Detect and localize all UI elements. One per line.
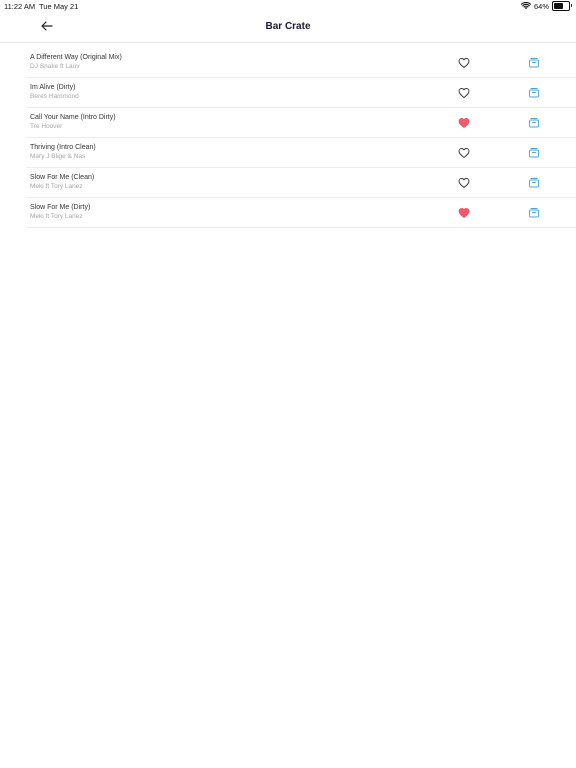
track-title: Slow For Me (Clean) bbox=[30, 174, 95, 181]
heart-icon bbox=[458, 148, 470, 158]
add-to-crate-button[interactable] bbox=[528, 176, 540, 188]
battery-icon bbox=[552, 1, 572, 11]
like-button[interactable] bbox=[458, 86, 470, 98]
nav-bar: Bar Crate bbox=[0, 12, 576, 43]
track-row[interactable]: A Different Way (Original Mix) DJ Snake … bbox=[26, 48, 576, 78]
track-title: Slow For Me (Dirty) bbox=[30, 204, 91, 211]
crate-icon bbox=[529, 118, 539, 128]
track-list: A Different Way (Original Mix) DJ Snake … bbox=[0, 48, 576, 228]
track-row[interactable]: Slow For Me (Clean) Meki ft Tory Lanez bbox=[26, 168, 576, 198]
crate-icon bbox=[529, 208, 539, 218]
add-to-crate-button[interactable] bbox=[528, 206, 540, 218]
status-bar: 11:22 AM Tue May 21 64% bbox=[0, 0, 576, 12]
status-date: Tue May 21 bbox=[39, 2, 79, 11]
status-time: 11:22 AM bbox=[4, 2, 36, 11]
heart-icon bbox=[458, 58, 470, 68]
status-indicators: 64% bbox=[520, 1, 572, 11]
track-title: Im Alive (Dirty) bbox=[30, 84, 76, 91]
like-button[interactable] bbox=[458, 116, 470, 128]
like-button[interactable] bbox=[458, 56, 470, 68]
track-title: Call Your Name (Intro Dirty) bbox=[30, 114, 116, 121]
heart-icon bbox=[458, 88, 470, 98]
track-artist: Mary J Blige & Nas bbox=[30, 153, 86, 160]
track-artist: Tre Hoover bbox=[30, 123, 63, 130]
like-button[interactable] bbox=[458, 146, 470, 158]
page-title: Bar Crate bbox=[265, 21, 311, 32]
add-to-crate-button[interactable] bbox=[528, 146, 540, 158]
add-to-crate-button[interactable] bbox=[528, 116, 540, 128]
track-title: A Different Way (Original Mix) bbox=[30, 54, 122, 61]
track-row[interactable]: Thriving (Intro Clean) Mary J Blige & Na… bbox=[26, 138, 576, 168]
add-to-crate-button[interactable] bbox=[528, 86, 540, 98]
track-row[interactable]: Call Your Name (Intro Dirty) Tre Hoover bbox=[26, 108, 576, 138]
track-artist: Meki ft Tory Lanez bbox=[30, 183, 83, 190]
track-row[interactable]: Im Alive (Dirty) Beres Hammond bbox=[26, 78, 576, 108]
heart-icon bbox=[458, 178, 470, 188]
battery-percent: 64% bbox=[533, 1, 549, 11]
crate-icon bbox=[529, 88, 539, 98]
heart-icon bbox=[458, 208, 470, 218]
like-button[interactable] bbox=[458, 206, 470, 218]
track-title: Thriving (Intro Clean) bbox=[30, 144, 96, 151]
heart-icon bbox=[458, 118, 470, 128]
track-artist: Beres Hammond bbox=[30, 93, 79, 100]
add-to-crate-button[interactable] bbox=[528, 56, 540, 68]
track-row[interactable]: Slow For Me (Dirty) Meki ft Tory Lanez bbox=[26, 198, 576, 228]
track-artist: DJ Snake ft Lauv bbox=[30, 63, 80, 70]
battery-fill bbox=[554, 3, 563, 9]
crate-icon bbox=[529, 58, 539, 68]
like-button[interactable] bbox=[458, 176, 470, 188]
wifi-icon bbox=[520, 2, 531, 10]
crate-icon bbox=[529, 148, 539, 158]
crate-icon bbox=[529, 178, 539, 188]
track-artist: Meki ft Tory Lanez bbox=[30, 213, 83, 220]
